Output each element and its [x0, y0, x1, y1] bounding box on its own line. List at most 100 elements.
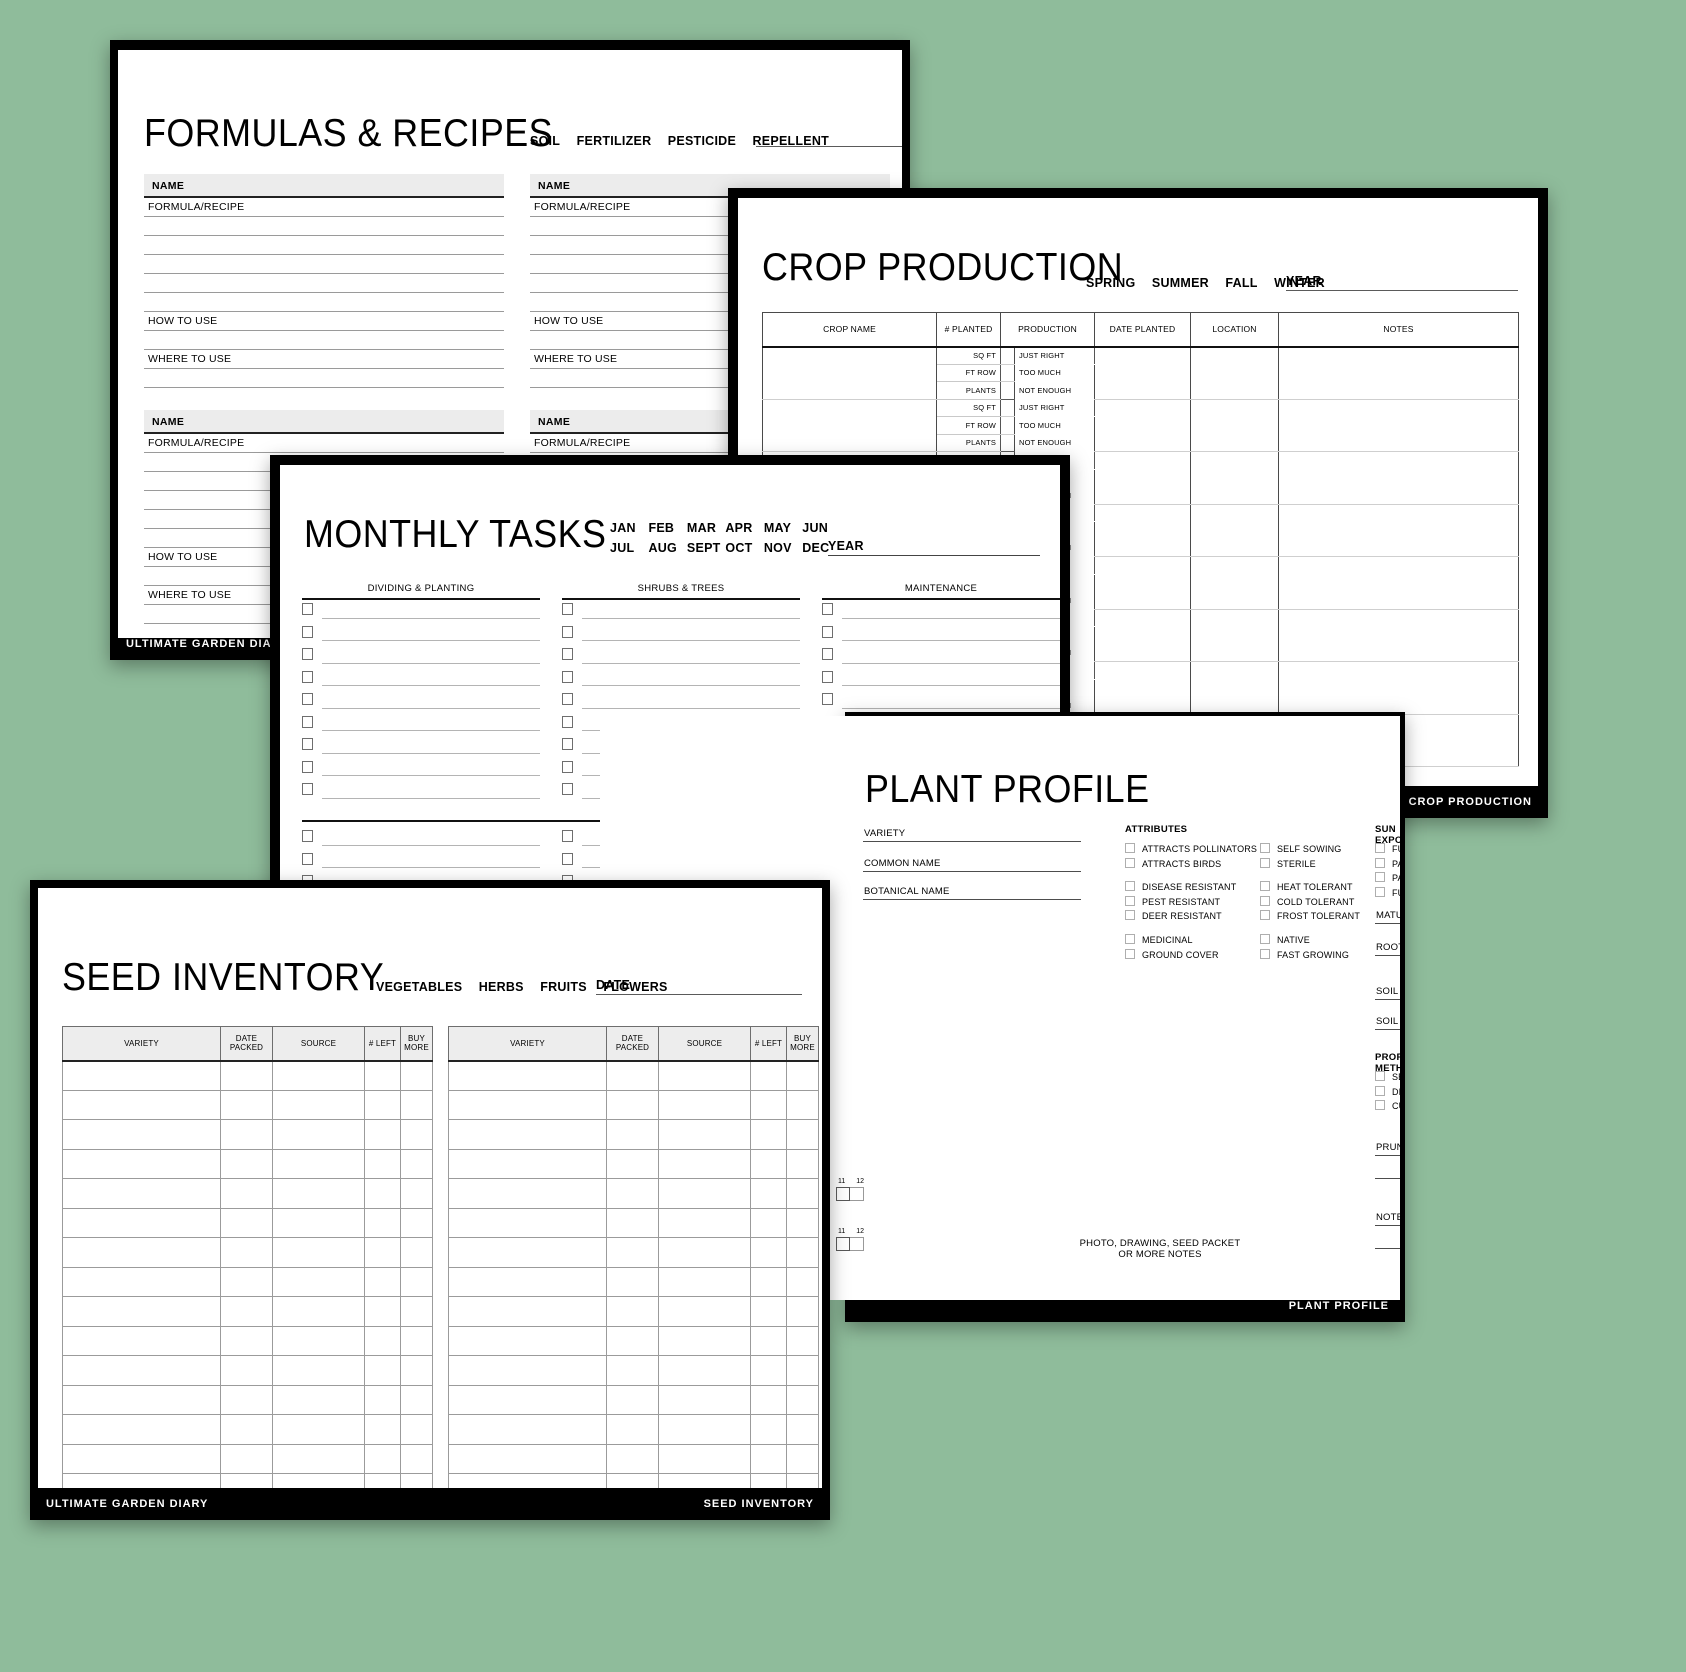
checkbox[interactable]: [1375, 886, 1385, 897]
cell--left[interactable]: [750, 1266, 787, 1297]
cell-variety[interactable]: [62, 1296, 221, 1327]
month-apr[interactable]: APR: [725, 521, 759, 535]
cell-buy-more[interactable]: [400, 1237, 433, 1268]
task-checkbox[interactable]: [562, 783, 573, 795]
month-jun[interactable]: JUN: [802, 521, 836, 535]
cell-date-packed[interactable]: [220, 1119, 273, 1150]
checkbox[interactable]: [1260, 910, 1270, 921]
cell-source[interactable]: [658, 1355, 751, 1386]
month-box-12[interactable]: [850, 1237, 864, 1251]
month-oct[interactable]: OCT: [725, 541, 759, 555]
checkbox[interactable]: [1375, 857, 1385, 868]
task-checkbox[interactable]: [302, 625, 313, 638]
checkbox[interactable]: [1260, 895, 1270, 906]
cell--left[interactable]: [364, 1296, 401, 1327]
season-spring[interactable]: SPRING: [1086, 276, 1135, 290]
cell-variety[interactable]: [448, 1207, 607, 1238]
season-fall[interactable]: FALL: [1225, 276, 1257, 290]
task-row[interactable]: [822, 690, 1060, 713]
table-row[interactable]: [62, 1266, 433, 1297]
month-may[interactable]: MAY: [764, 521, 798, 535]
checkbox[interactable]: [1375, 1071, 1385, 1081]
task-checkbox[interactable]: [822, 670, 833, 683]
type-soil[interactable]: SOIL: [530, 134, 560, 148]
task-checkbox[interactable]: [302, 693, 313, 705]
cell--left[interactable]: [750, 1237, 787, 1268]
cell-date-packed[interactable]: [220, 1089, 273, 1120]
task-checkbox[interactable]: [822, 603, 833, 615]
cell-date-packed[interactable]: [220, 1237, 273, 1268]
cell-variety[interactable]: [448, 1325, 607, 1356]
cell--left[interactable]: [750, 1325, 787, 1356]
cell-buy-more[interactable]: [786, 1148, 819, 1179]
table-row[interactable]: [448, 1237, 819, 1268]
month-jan[interactable]: JAN: [610, 521, 644, 535]
task-write-line[interactable]: [322, 707, 540, 709]
cell-variety[interactable]: [62, 1060, 221, 1091]
task-write-line[interactable]: [322, 617, 540, 619]
formula-line[interactable]: [144, 274, 504, 293]
notes-extra-line[interactable]: [1375, 1248, 1400, 1249]
cell-buy-more[interactable]: [400, 1325, 433, 1356]
cell-source[interactable]: [658, 1237, 751, 1268]
cell-source[interactable]: [658, 1060, 751, 1091]
field-soil-ph[interactable]: SOIL PH: [1375, 1012, 1400, 1030]
task-write-line[interactable]: [322, 775, 540, 776]
field-pruning-needs[interactable]: PRUNING NEEDS: [1375, 1138, 1400, 1156]
cell--left[interactable]: [364, 1148, 401, 1179]
cell--left[interactable]: [364, 1119, 401, 1150]
cell--left[interactable]: [364, 1060, 401, 1091]
date-input-line[interactable]: [596, 994, 802, 995]
field-common-name[interactable]: COMMON NAME: [863, 854, 1081, 872]
month-jul[interactable]: JUL: [610, 541, 644, 555]
task-checkbox[interactable]: [822, 648, 833, 660]
checkbox[interactable]: [1260, 881, 1270, 892]
task-write-line[interactable]: [322, 867, 540, 868]
cell-source[interactable]: [272, 1296, 365, 1327]
cell--left[interactable]: [750, 1414, 787, 1445]
task-write-line[interactable]: [322, 797, 540, 799]
cell--left[interactable]: [364, 1089, 401, 1120]
cell--left[interactable]: [364, 1178, 401, 1209]
task-write-line[interactable]: [842, 685, 1060, 686]
table-row[interactable]: [62, 1089, 433, 1120]
propagation-option-cutting[interactable]: CUTTING: [1375, 1099, 1400, 1114]
formula-line[interactable]: [144, 217, 504, 236]
checkbox[interactable]: [1375, 843, 1385, 853]
cell-variety[interactable]: [448, 1237, 607, 1268]
cell-date-packed[interactable]: [606, 1473, 659, 1488]
cell-source[interactable]: [272, 1384, 365, 1415]
task-row[interactable]: [302, 850, 540, 873]
attribute-pest-resistant[interactable]: PEST RESISTANT: [1125, 895, 1257, 910]
attribute-cold-tolerant[interactable]: COLD TOLERANT: [1260, 895, 1360, 910]
task-write-line[interactable]: [322, 844, 540, 846]
cell--left[interactable]: [750, 1473, 787, 1488]
cell--left[interactable]: [364, 1325, 401, 1356]
cell-buy-more[interactable]: [400, 1178, 433, 1209]
year-input-line[interactable]: [1286, 290, 1518, 291]
propagation-option-division[interactable]: DIVISION: [1375, 1085, 1400, 1100]
task-row[interactable]: [302, 600, 540, 623]
sun-option-partial-sun[interactable]: PARTIAL SUN: [1375, 871, 1400, 886]
cell-date-packed[interactable]: [606, 1414, 659, 1445]
where-to-use-row[interactable]: WHERE TO USE: [144, 350, 504, 369]
cell-source[interactable]: [272, 1089, 365, 1120]
attribute-disease-resistant[interactable]: DISEASE RESISTANT: [1125, 880, 1257, 895]
seed-inventory-table-right[interactable]: VARIETY DATE PACKED SOURCE # LEFT BUY MORE: [448, 1026, 819, 1488]
cell--left[interactable]: [750, 1178, 787, 1209]
field-mature-height[interactable]: MATURE HEIGHT: [1375, 906, 1400, 924]
cell-date-packed[interactable]: [220, 1384, 273, 1415]
task-checkbox[interactable]: [562, 625, 573, 638]
cell-date-packed[interactable]: [606, 1237, 659, 1268]
cell-buy-more[interactable]: [786, 1384, 819, 1415]
season-summer[interactable]: SUMMER: [1152, 276, 1209, 290]
cell--left[interactable]: [750, 1148, 787, 1179]
cell-buy-more[interactable]: [400, 1148, 433, 1179]
table-row[interactable]: [62, 1355, 433, 1386]
month-nov[interactable]: NOV: [764, 541, 798, 555]
sun-option-full-sun[interactable]: FULL SUN: [1375, 886, 1400, 901]
cell-variety[interactable]: [62, 1355, 221, 1386]
cell-buy-more[interactable]: [786, 1473, 819, 1488]
cell-source[interactable]: [272, 1325, 365, 1356]
cell-variety[interactable]: [448, 1384, 607, 1415]
